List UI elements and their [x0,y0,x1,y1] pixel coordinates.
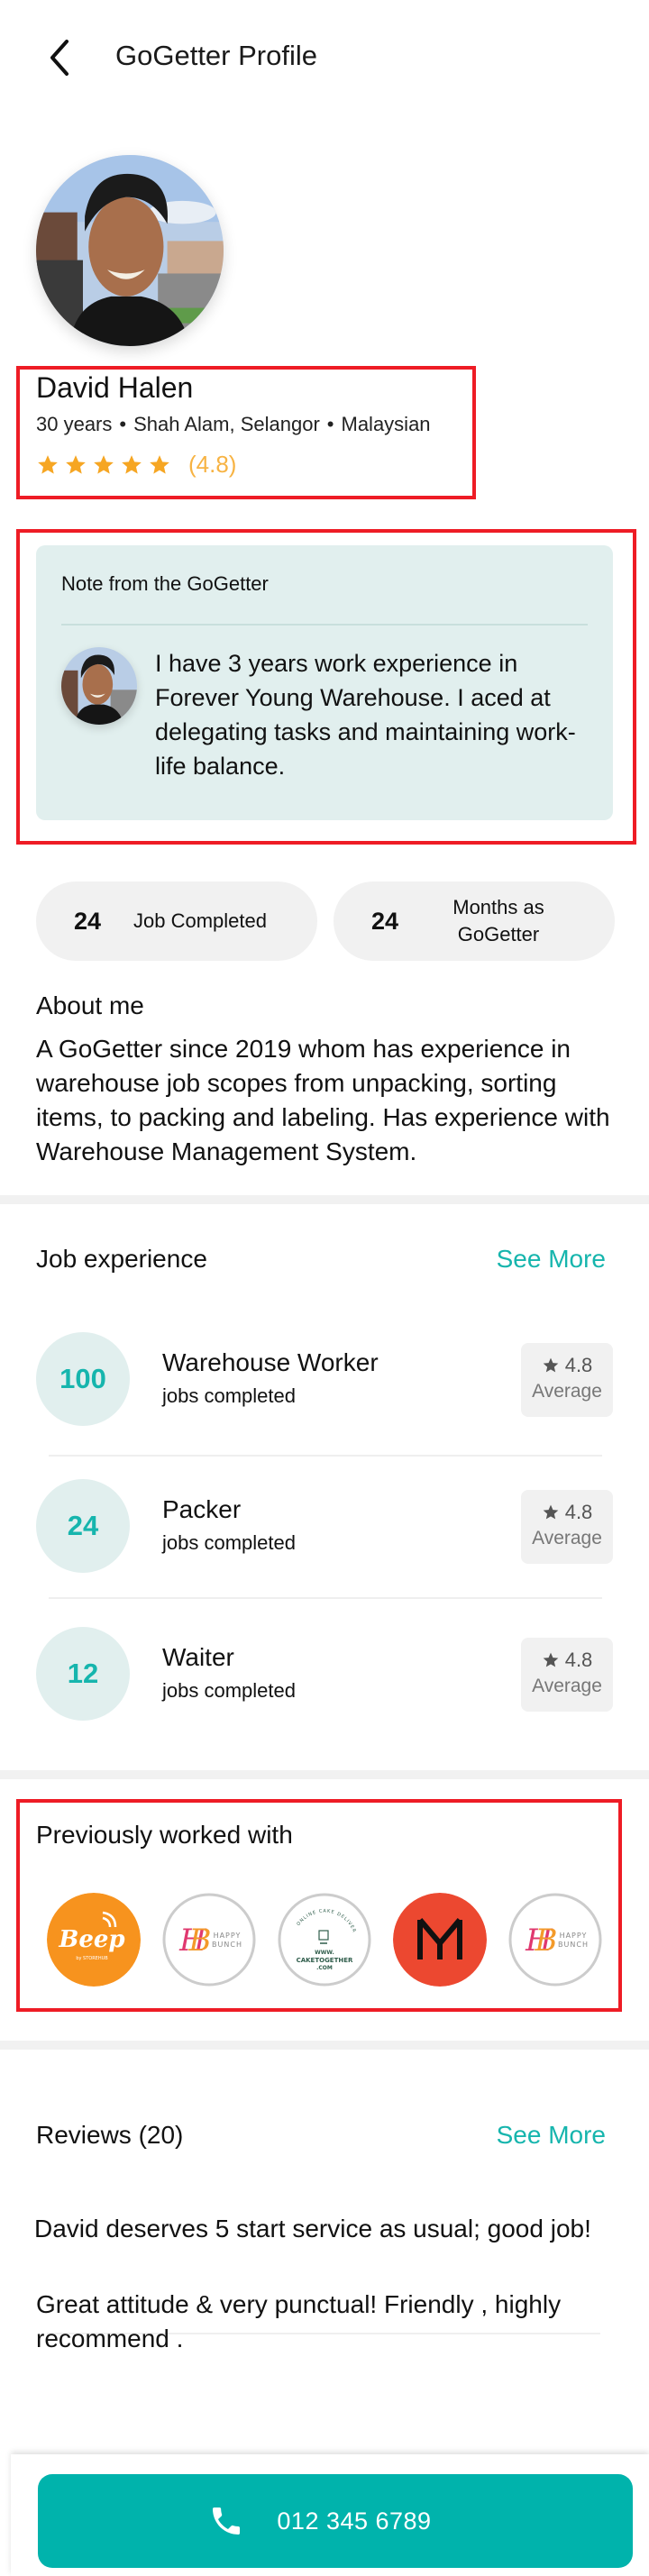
job-experience-see-more-link[interactable]: See More [497,1245,606,1274]
stat-value: 24 [371,907,399,935]
list-divider [49,1597,602,1599]
profile-nationality: Malaysian [341,413,431,435]
job-subtitle: jobs completed [162,1531,296,1554]
job-rating-label: Average [532,1676,602,1696]
star-icon [148,453,171,477]
note-card: Note from the GoGetter I have 3 years wo… [36,545,613,820]
star-icon [543,1652,559,1667]
job-rating-label: Average [532,1528,602,1548]
note-title: Note from the GoGetter [61,572,269,595]
note-text: I have 3 years work experience in Foreve… [155,650,576,780]
svg-text:.COM: .COM [316,1965,333,1971]
job-rating-label: Average [532,1381,602,1402]
star-icon [543,1357,559,1373]
job-count-badge: 24 [36,1479,130,1573]
chevron-left-icon [50,40,69,76]
reviews-title: Reviews (20) [36,2121,184,2149]
section-separator [0,1195,649,1204]
profile-rating: (4.8) [36,451,236,479]
note-avatar [61,647,137,725]
call-button[interactable]: 012 345 6789 [38,2474,633,2568]
job-count-badge: 100 [36,1332,130,1426]
section-separator [0,1770,649,1779]
stat-jobs-completed: 24 Job Completed [36,882,317,961]
job-subtitle: jobs completed [162,1679,296,1702]
about-title: About me [36,991,144,1019]
page-title: GoGetter Profile [115,40,317,71]
review-item: Great attitude & very punctual! Friendly… [36,2290,562,2352]
review-item: David deserves 5 start service as usual;… [34,2215,591,2243]
star-icon [543,1504,559,1520]
about-text: A GoGetter since 2019 whom has experienc… [36,1035,610,1165]
company-logo-beep[interactable]: Beep by STOREHUB [47,1893,141,1987]
svg-text:BUNCH: BUNCH [558,1941,589,1949]
rating-value: (4.8) [188,451,237,478]
previously-worked-title: Previously worked with [36,1821,293,1849]
job-count-badge: 12 [36,1627,130,1721]
profile-name: David Halen [36,371,194,404]
job-title: Waiter [162,1643,234,1671]
svg-text:HAPPY: HAPPY [560,1932,588,1940]
profile-photo [36,155,224,346]
separator-dot: • [326,413,334,435]
app-header: GoGetter Profile [0,0,649,117]
star-icon [36,453,59,477]
company-logo-caketogether[interactable]: ONLINE CAKE DELIVERY WWW. CAKETOGETHER .… [278,1893,371,1987]
profile-avatar[interactable] [36,155,224,346]
back-button[interactable] [43,38,76,78]
note-divider [61,624,588,626]
svg-text:BUNCH: BUNCH [212,1941,242,1949]
job-title: Warehouse Worker [162,1348,379,1376]
profile-location: Shah Alam, Selangor [133,413,320,435]
company-logo-happy-bunch[interactable]: H B HAPPY BUNCH [162,1893,256,1987]
star-icon [120,453,143,477]
profile-age: 30 years [36,413,113,435]
job-item[interactable]: 100 Warehouse Worker jobs completed 4.8 … [36,1332,613,1426]
stat-value: 24 [74,907,102,935]
company-logo-happy-bunch[interactable]: H B HAPPY BUNCH [508,1893,602,1987]
job-subtitle: jobs completed [162,1384,296,1407]
svg-text:B: B [188,1923,212,1959]
star-icon [64,453,87,477]
stat-months-as-gogetter: 24 Months as GoGetter [334,882,615,961]
job-rating: 4.8 [564,1649,593,1671]
job-rating-badge: 4.8 Average [521,1343,613,1417]
job-item[interactable]: 24 Packer jobs completed 4.8 Average [36,1479,613,1573]
job-title: Packer [162,1495,242,1523]
company-logo-m[interactable] [393,1893,487,1987]
svg-text:Beep: Beep [58,1926,124,1953]
star-icon [92,453,115,477]
job-experience-title: Job experience [36,1245,207,1273]
svg-text:CAKETOGETHER: CAKETOGETHER [297,1957,353,1964]
phone-icon [213,2507,241,2535]
job-rating-badge: 4.8 Average [521,1490,613,1564]
svg-text:WWW.: WWW. [315,1950,334,1956]
profile-meta: 30 years • Shah Alam, Selangor • Malaysian [36,413,431,436]
bottom-action-bar: 012 345 6789 [11,2454,649,2576]
job-item[interactable]: 12 Waiter jobs completed 4.8 Average [36,1627,613,1721]
section-separator [0,2041,649,2050]
job-rating-badge: 4.8 Average [521,1638,613,1712]
svg-text:HAPPY: HAPPY [214,1932,242,1940]
stat-label: Job Completed [133,909,267,932]
separator-dot: • [119,413,127,435]
list-divider [49,1455,602,1457]
stat-label: Months as GoGetter [452,896,544,945]
svg-text:by STOREHUB: by STOREHUB [76,1956,108,1961]
reviews-see-more-link[interactable]: See More [497,2121,606,2150]
job-rating: 4.8 [564,1354,593,1376]
svg-text:B: B [535,1923,558,1959]
job-rating: 4.8 [564,1501,593,1523]
phone-number: 012 345 6789 [277,2507,432,2535]
